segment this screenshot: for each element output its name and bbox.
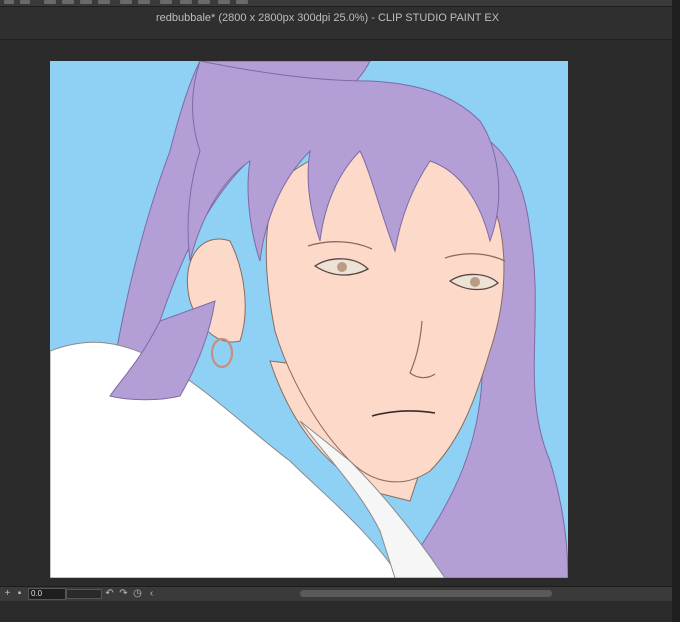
toolbar-icon[interactable] (218, 0, 230, 4)
toolbar-icon[interactable] (98, 0, 110, 4)
document-title-bar: redbubbale* (2800 x 2800px 300dpi 25.0%)… (0, 7, 672, 40)
left-iris (337, 262, 347, 272)
bottom-panel (0, 601, 672, 622)
illustration (50, 61, 568, 578)
toolbar-icon[interactable] (198, 0, 210, 4)
toolbar-icons (0, 0, 260, 6)
plus-icon[interactable]: + (2, 588, 13, 599)
toolbar-icon[interactable] (4, 0, 14, 4)
toolbar-icon[interactable] (180, 0, 192, 4)
toolbar-icon[interactable] (138, 0, 150, 4)
right-iris (470, 277, 480, 287)
window-title: redbubbale* (2800 x 2800px 300dpi 25.0%)… (156, 12, 500, 24)
rotate-left-icon[interactable]: ↶ (104, 588, 115, 599)
toolbar-icon[interactable] (44, 0, 56, 4)
right-panel-edge (672, 0, 680, 622)
toolbar-icon[interactable] (80, 0, 92, 4)
toolbar-strip (0, 0, 680, 7)
horizontal-scrollbar[interactable] (300, 590, 552, 597)
reset-rotation-icon[interactable]: ◷ (132, 588, 143, 599)
flip-icon[interactable]: ‹ (146, 588, 157, 599)
rotation-slider[interactable] (66, 589, 102, 599)
rotation-input[interactable]: 0.0 (28, 588, 66, 600)
square-icon[interactable]: ▪ (14, 588, 25, 599)
toolbar-icon[interactable] (20, 0, 30, 4)
rotate-right-icon[interactable]: ↷ (118, 588, 129, 599)
toolbar-icon[interactable] (236, 0, 248, 4)
toolbar-icon[interactable] (120, 0, 132, 4)
status-bar: + ▪ 0.0 ↶ ↷ ◷ ‹ (0, 586, 672, 601)
artwork-canvas[interactable] (50, 61, 568, 578)
toolbar-icon[interactable] (160, 0, 172, 4)
toolbar-icon[interactable] (62, 0, 74, 4)
